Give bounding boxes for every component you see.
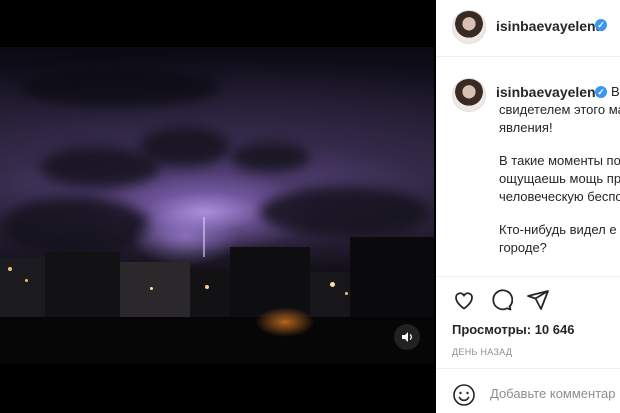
caption-line: Кто-нибудь видел е <box>499 222 617 237</box>
caption-username[interactable]: isinbaevayelena <box>496 84 603 100</box>
mute-button[interactable] <box>394 324 420 350</box>
verified-badge-icon: ✓ <box>595 86 607 98</box>
actions-divider <box>436 276 620 277</box>
caption-line: ощущаешь мощь пр <box>499 171 620 186</box>
caption-line: городе? <box>499 240 547 255</box>
comment-divider <box>436 368 620 369</box>
post-panel: isinbaevayelena ✓ isinbaevayelena ✓ В св… <box>436 0 620 413</box>
caption-line: человеческую беспо <box>499 189 620 204</box>
caption-avatar[interactable] <box>452 78 486 112</box>
views-count[interactable]: Просмотры: 10 646 <box>452 322 574 337</box>
caption-line: В такие моменты по <box>499 153 620 168</box>
send-icon[interactable] <box>526 288 550 312</box>
speaker-icon <box>402 332 412 342</box>
header-username[interactable]: isinbaevayelena <box>496 18 603 34</box>
verified-badge-icon: ✓ <box>595 19 607 31</box>
avatar[interactable] <box>452 10 486 44</box>
caption-line: В <box>611 84 620 99</box>
heart-icon[interactable] <box>452 288 476 312</box>
header-divider <box>436 56 620 57</box>
post-timestamp[interactable]: ДЕНЬ НАЗАД <box>452 347 512 357</box>
caption-line: свидетелем этого ма <box>499 102 620 117</box>
video-player[interactable] <box>0 0 436 413</box>
comment-input[interactable] <box>490 386 620 401</box>
smile-icon[interactable] <box>452 383 476 407</box>
caption-line: явления! <box>499 120 553 135</box>
video-frame[interactable] <box>0 47 434 364</box>
comment-icon[interactable] <box>489 288 513 312</box>
